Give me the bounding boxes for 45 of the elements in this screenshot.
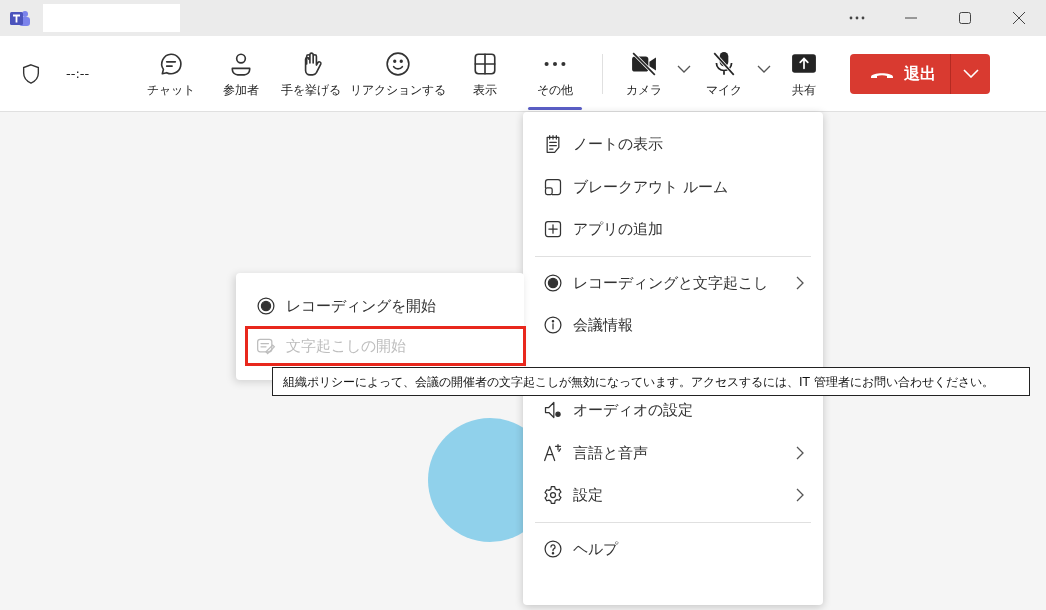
smiley-icon: [385, 50, 412, 77]
toolbar-button[interactable]: マイク: [695, 35, 754, 112]
menu-item[interactable]: レコーディングと文字起こし: [523, 261, 823, 304]
chat-icon: [158, 50, 185, 77]
transcript-icon: [256, 336, 276, 356]
menu-item[interactable]: 言語と音声: [523, 431, 823, 474]
menu-item[interactable]: アプリの追加: [523, 208, 823, 251]
close-icon: [1012, 11, 1026, 25]
shield-icon: [20, 62, 42, 85]
grid-icon: [472, 50, 499, 77]
toolbar-button[interactable]: 参加者: [206, 35, 277, 112]
add-icon: [543, 219, 563, 240]
info-icon: [543, 315, 563, 336]
toolbar-button[interactable]: カメラ: [615, 35, 674, 112]
menu-item[interactable]: 設定: [523, 474, 823, 517]
language-icon: [543, 442, 563, 463]
app-logo-icon: [9, 8, 31, 28]
toolbar-button[interactable]: リアクションする: [346, 35, 451, 112]
chevron-down-icon: [757, 65, 772, 73]
more-icon: [849, 16, 865, 20]
menu-item[interactable]: ノートの表示: [523, 123, 823, 166]
rooms-icon: [543, 176, 563, 197]
timer-text: --:--: [66, 64, 90, 83]
toolbar-button[interactable]: 表示: [450, 35, 521, 112]
microphone-off-icon: [711, 50, 738, 77]
toolbar-button[interactable]: その他: [520, 35, 591, 112]
speaker-gear-icon: [543, 400, 563, 421]
settings-icon: [543, 485, 563, 506]
toolbar-button[interactable]: チャット: [136, 35, 207, 112]
menu-item[interactable]: ヘルプ: [523, 527, 823, 570]
menu-item[interactable]: 会議情報: [523, 304, 823, 347]
help-icon: [543, 538, 563, 559]
record-icon: [543, 272, 563, 293]
menu-item[interactable]: ブレークアウト ルーム: [523, 165, 823, 208]
menu-item[interactable]: レコーディングを開始: [236, 286, 524, 326]
chevron-down-icon: [962, 69, 979, 78]
toolbar-button[interactable]: 手を挙げる: [276, 35, 347, 112]
dropdown-button[interactable]: [950, 53, 991, 94]
toolbar-button[interactable]: 共有: [775, 35, 834, 112]
tooltip: 組織ポリシーによって、会議の開催者の文字起こしが無効になっています。アクセスするには、IT 管理者にお問い合わせください。: [272, 367, 1030, 396]
chevron-down-icon: [677, 65, 692, 73]
leave-button[interactable]: 退出: [850, 53, 951, 94]
record-icon: [256, 296, 276, 316]
maximize-icon: [958, 11, 972, 25]
camera-off-icon: [631, 50, 658, 77]
